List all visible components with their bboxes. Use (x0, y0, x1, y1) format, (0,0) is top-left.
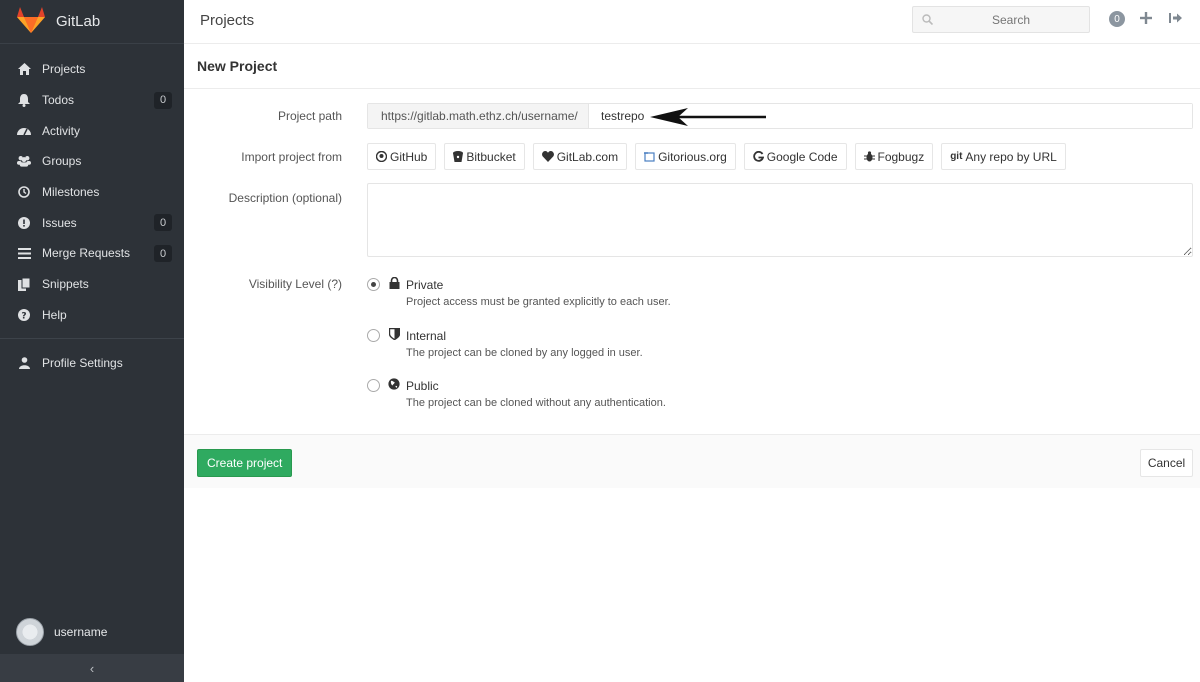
sidebar-item-label: Todos (42, 93, 75, 108)
import-source-label: GitHub (390, 149, 428, 164)
collapse-sidebar-button[interactable]: ‹ (0, 654, 184, 682)
import-fogbugz-button[interactable]: Fogbugz (854, 143, 934, 170)
top-header: Projects 0 (184, 0, 1200, 44)
visibility-description: The project can be cloned by any logged … (406, 347, 643, 359)
sidebar-item-label: Help (42, 307, 67, 322)
description-label: Description (optional) (228, 191, 342, 205)
project-path-label: Project path (277, 109, 342, 123)
sidebar-item-label: Groups (42, 154, 82, 169)
dashboard-icon (17, 124, 31, 138)
exclamation-circle-icon (17, 216, 31, 230)
todos-header-count[interactable]: 0 (1109, 11, 1125, 27)
form-heading: New Project (197, 58, 278, 74)
sidebar-item-milestones[interactable]: Milestones (0, 177, 184, 208)
clipboard-icon (17, 277, 31, 291)
brand-name: GitLab (56, 13, 101, 30)
user-icon (17, 356, 31, 370)
create-project-button[interactable]: Create project (197, 449, 293, 477)
visibility-title: Private (406, 278, 444, 292)
sidebar-item-help[interactable]: ? Help (0, 300, 184, 331)
import-source-label: Fogbugz (877, 149, 925, 164)
question-circle-icon: ? (17, 308, 31, 322)
sidebar-item-label: Projects (42, 62, 86, 77)
google-icon (753, 151, 764, 162)
import-gitlab-com-button[interactable]: GitLab.com (532, 143, 628, 170)
visibility-description: Project access must be granted explicitl… (406, 296, 671, 308)
project-path-prefix: https://gitlab.math.ethz.ch/username/ (368, 104, 589, 128)
pointer-arrow (650, 108, 766, 126)
import-any-repo-by-url-button[interactable]: git Any repo by URL (941, 143, 1066, 170)
visibility-label: Visibility Level (?) (248, 277, 342, 291)
search-box[interactable] (912, 6, 1090, 33)
sidebar-item-groups[interactable]: Groups (0, 146, 184, 177)
shield-icon (387, 327, 401, 341)
sign-out-icon[interactable] (1166, 9, 1184, 27)
sidebar-item-snippets[interactable]: Snippets (0, 269, 184, 300)
import-github-button[interactable]: GitHub (367, 143, 437, 170)
gitlab-logo-icon (16, 6, 46, 37)
issues-count-badge: 0 (154, 214, 172, 232)
list-icon (17, 246, 31, 260)
sidebar-item-todos[interactable]: Todos 0 (0, 85, 184, 116)
brand[interactable]: GitLab (0, 0, 184, 44)
sidebar-item-label: Activity (42, 123, 81, 138)
users-icon (17, 154, 31, 168)
svg-text:?: ? (21, 311, 26, 321)
import-source-label: GitLab.com (556, 149, 619, 164)
import-gitorious-button[interactable]: Gitorious.org (635, 143, 736, 170)
globe-icon (387, 377, 401, 391)
visibility-title: Public (406, 379, 439, 393)
page-title: Projects (200, 12, 255, 29)
visibility-public-radio[interactable] (367, 379, 380, 392)
visibility-description: The project can be cloned without any au… (406, 397, 666, 409)
heading-divider (184, 88, 1200, 89)
bitbucket-icon (453, 151, 464, 162)
description-textarea[interactable] (367, 183, 1193, 257)
git-icon: git (950, 151, 963, 162)
cancel-button[interactable]: Cancel (1140, 449, 1193, 477)
sidebar-item-label: Snippets (42, 277, 89, 292)
avatar (16, 618, 44, 646)
import-source-label: Google Code (766, 149, 838, 164)
user-name: username (54, 625, 108, 639)
sidebar-item-profile-settings[interactable]: Profile Settings (0, 347, 184, 378)
sidebar-item-merge-requests[interactable]: Merge Requests 0 (0, 238, 184, 269)
bug-icon (863, 151, 875, 162)
import-google-code-button[interactable]: Google Code (743, 143, 847, 170)
clock-icon (17, 185, 31, 199)
github-icon (376, 151, 387, 162)
sidebar-item-label: Merge Requests (42, 246, 131, 261)
heart-icon (541, 151, 554, 162)
import-source-label: Any repo by URL (965, 149, 1057, 164)
visibility-internal-radio[interactable] (367, 329, 380, 342)
sidebar-item-label: Milestones (42, 185, 100, 200)
import-source-label: Bitbucket (466, 149, 516, 164)
visibility-title: Internal (406, 329, 447, 343)
import-bitbucket-button[interactable]: Bitbucket (444, 143, 525, 170)
sidebar: GitLab Projects Todos 0 Activity Groups … (0, 0, 184, 682)
form-actions: Create project Cancel (184, 434, 1200, 488)
sidebar-item-activity[interactable]: Activity (0, 115, 184, 146)
sidebar-item-issues[interactable]: Issues 0 (0, 207, 184, 238)
import-sources: GitHub Bitbucket GitLab.com Gitorious.or… (367, 143, 1074, 170)
project-path-group: https://gitlab.math.ethz.ch/username/ (367, 103, 1193, 129)
current-user[interactable]: username (16, 618, 107, 646)
lock-icon (387, 276, 401, 290)
visibility-private-radio[interactable] (367, 278, 380, 291)
import-source-label: Gitorious.org (658, 149, 727, 164)
gitorious-icon (644, 151, 655, 162)
search-input[interactable] (941, 12, 1081, 27)
sidebar-divider (0, 338, 184, 340)
sidebar-item-label: Profile Settings (42, 355, 123, 370)
bell-icon (17, 93, 31, 107)
sidebar-item-projects[interactable]: Projects (0, 54, 184, 85)
merge-requests-count-badge: 0 (154, 245, 172, 263)
new-project-plus-icon[interactable] (1137, 9, 1155, 27)
sidebar-nav: Projects Todos 0 Activity Groups Milesto… (0, 54, 184, 378)
todos-count-badge: 0 (154, 91, 172, 109)
sidebar-item-label: Issues (42, 215, 77, 230)
import-label: Import project from (241, 150, 342, 164)
home-icon (17, 62, 31, 76)
search-icon (913, 14, 941, 25)
